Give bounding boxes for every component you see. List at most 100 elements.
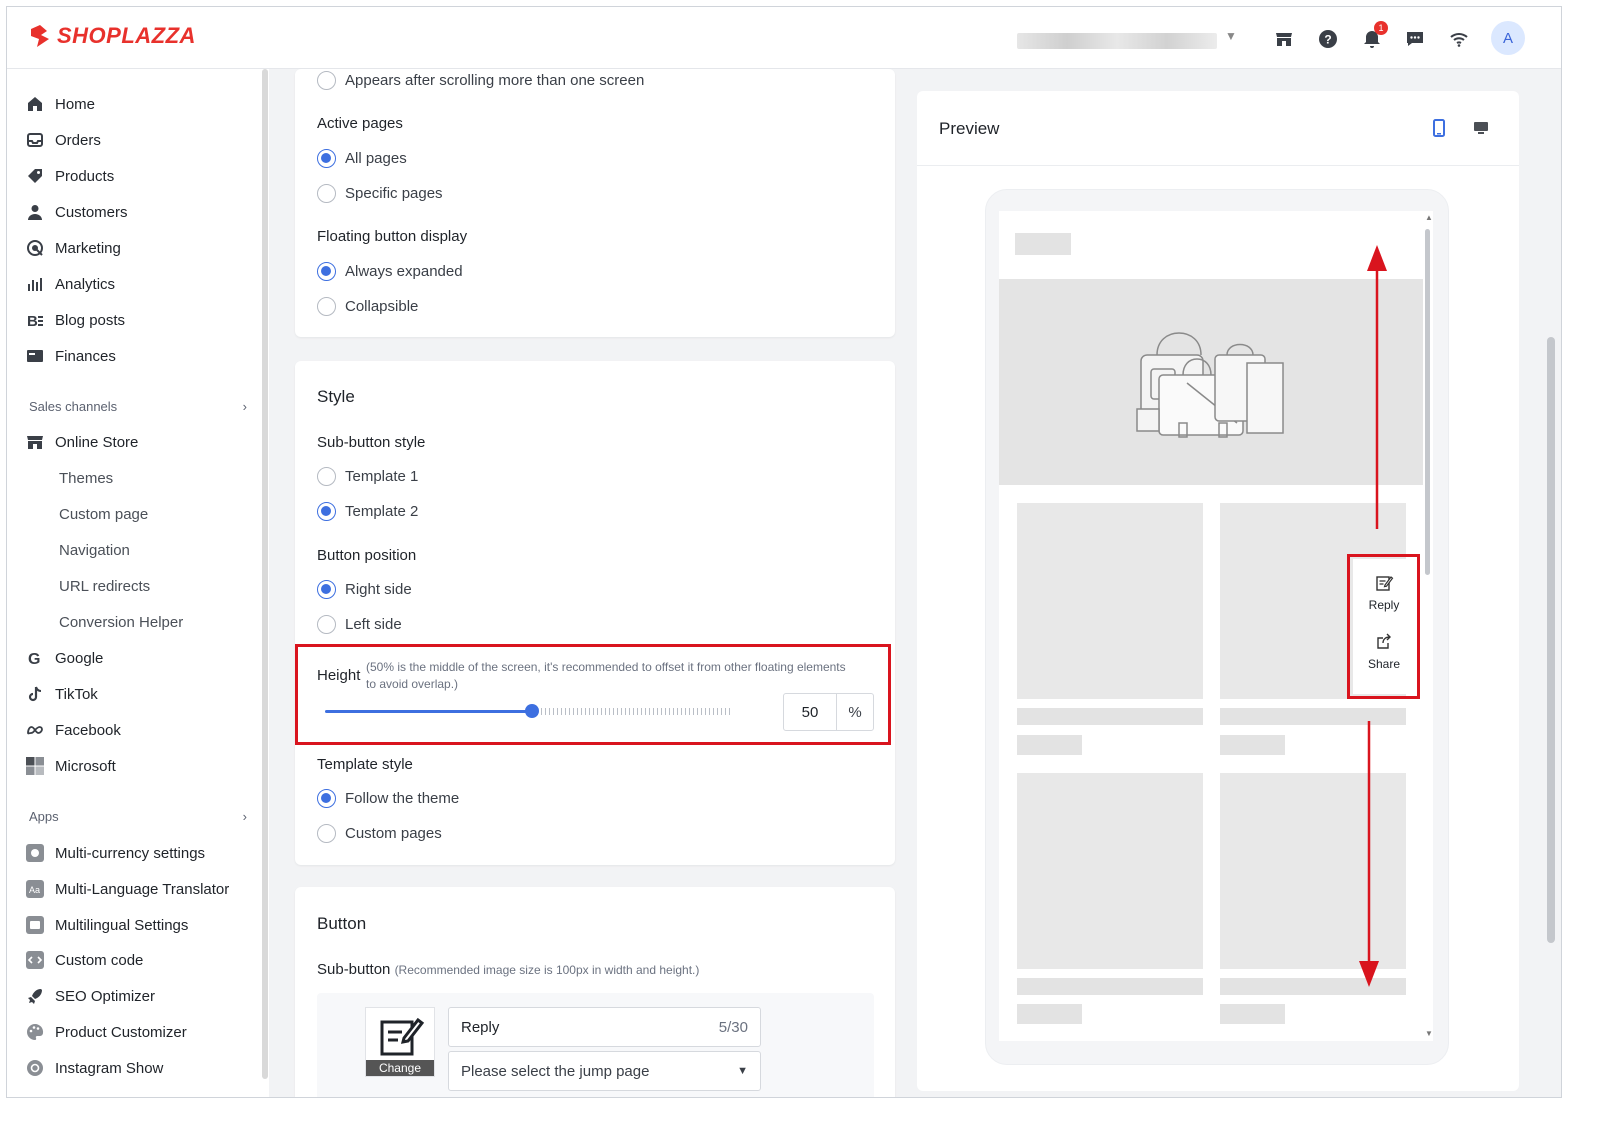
placeholder-product-price: [1017, 1004, 1082, 1024]
bell-icon[interactable]: 1: [1360, 21, 1388, 51]
avatar[interactable]: A: [1491, 21, 1525, 55]
radio-circle[interactable]: [317, 580, 336, 599]
sidebar-item-custom-page[interactable]: Custom page: [59, 506, 148, 523]
svg-text:Aa: Aa: [29, 885, 40, 895]
height-slider-fill[interactable]: [325, 710, 533, 713]
marketing-icon: [25, 238, 45, 258]
sub-button-label-row: Sub-button (Recommended image size is 10…: [317, 961, 699, 978]
sidebar-app-product-customizer[interactable]: Product Customizer: [25, 1019, 187, 1045]
help-icon[interactable]: ?: [1316, 27, 1340, 51]
sidebar-app-seo-optimizer[interactable]: SEO Optimizer: [25, 983, 155, 1009]
sidebar-item-google[interactable]: G Google: [25, 645, 103, 671]
radio-circle[interactable]: [317, 71, 336, 90]
store-icon: [25, 432, 45, 452]
sub-button-label: Sub-button: [317, 961, 391, 978]
radio-circle[interactable]: [317, 615, 336, 634]
sidebar-item-microsoft[interactable]: Microsoft: [25, 753, 116, 779]
change-image-button[interactable]: Change: [366, 1060, 434, 1076]
sidebar-item-themes[interactable]: Themes: [59, 470, 113, 487]
sidebar-app-label: Multi-Language Translator: [55, 880, 230, 898]
sidebar-scrollbar[interactable]: [262, 69, 268, 1079]
phone-scrollbar[interactable]: [1425, 229, 1430, 575]
sidebar-app-multi-currency[interactable]: Multi-currency settings: [25, 840, 205, 866]
sidebar-item-orders[interactable]: Orders: [25, 127, 101, 153]
chevron-down-icon[interactable]: ▼: [1225, 29, 1237, 43]
section-label: Apps: [29, 809, 59, 824]
height-slider-rest[interactable]: [537, 708, 733, 715]
radio-label: Template 1: [345, 468, 419, 485]
radio-circle[interactable]: [317, 184, 336, 203]
instagram-icon: [25, 1058, 45, 1078]
app-icon: Aa: [25, 879, 45, 899]
sidebar-item-conversion-helper[interactable]: Conversion Helper: [59, 614, 183, 631]
radio-custom-pages[interactable]: Custom pages: [317, 824, 442, 843]
radio-follow-theme[interactable]: Follow the theme: [317, 789, 459, 808]
svg-text:G: G: [28, 651, 40, 667]
notification-badge: 1: [1374, 21, 1388, 35]
sidebar-item-products[interactable]: Products: [25, 163, 114, 189]
jump-page-select[interactable]: Please select the jump page ▼: [448, 1051, 761, 1091]
mobile-view-icon[interactable]: [1431, 119, 1447, 142]
radio-circle[interactable]: [317, 824, 336, 843]
sub-button-name-input[interactable]: Reply 5/30: [448, 1007, 761, 1047]
radio-circle[interactable]: [317, 467, 336, 486]
radio-circle[interactable]: [317, 149, 336, 168]
sidebar-item-blog-posts[interactable]: B Blog posts: [25, 307, 125, 333]
radio-always-expanded[interactable]: Always expanded: [317, 262, 463, 281]
store-name-blurred[interactable]: [1017, 33, 1217, 49]
wifi-icon[interactable]: [1447, 27, 1471, 51]
radio-circle[interactable]: [317, 789, 336, 808]
scroll-down-icon[interactable]: ▼: [1425, 1029, 1433, 1038]
chat-icon[interactable]: [1403, 27, 1427, 51]
sidebar-app-label: Multi-currency settings: [55, 844, 206, 862]
apps-section[interactable]: Apps ›: [29, 809, 247, 824]
sidebar-app-instagram-show[interactable]: Instagram Show: [25, 1055, 163, 1081]
sales-channels-section[interactable]: Sales channels ›: [29, 399, 247, 414]
sidebar-item-label: Google: [55, 649, 104, 667]
radio-scroll-option[interactable]: Appears after scrolling more than one sc…: [317, 71, 644, 90]
radio-specific-pages[interactable]: Specific pages: [317, 184, 443, 203]
sub-button-image[interactable]: Change: [365, 1007, 435, 1077]
sidebar-item-marketing[interactable]: Marketing: [25, 235, 121, 261]
sidebar-item-online-store[interactable]: Online Store: [25, 429, 138, 455]
radio-template-2[interactable]: Template 2: [317, 502, 418, 521]
sidebar-app-custom-code[interactable]: Custom code: [25, 947, 143, 973]
sidebar-item-customers[interactable]: Customers: [25, 199, 128, 225]
sidebar-item-url-redirects[interactable]: URL redirects: [59, 578, 150, 595]
radio-label: Always expanded: [345, 263, 463, 280]
sidebar-item-label: Microsoft: [55, 757, 116, 775]
radio-left-side[interactable]: Left side: [317, 615, 402, 634]
chevron-right-icon: ›: [242, 399, 247, 414]
name-count: 5/30: [718, 1018, 748, 1036]
sidebar-item-label: Products: [55, 167, 115, 185]
radio-label: Right side: [345, 581, 412, 598]
radio-template-1[interactable]: Template 1: [317, 467, 418, 486]
radio-circle[interactable]: [317, 262, 336, 281]
radio-circle[interactable]: [317, 502, 336, 521]
scroll-up-icon[interactable]: ▲: [1425, 213, 1433, 222]
radio-circle[interactable]: [317, 297, 336, 316]
sidebar-app-multilingual-settings[interactable]: Multilingual Settings: [25, 912, 188, 938]
shoplazza-logo[interactable]: SHOPLAZZA: [27, 23, 196, 49]
sidebar-item-navigation[interactable]: Navigation: [59, 542, 130, 559]
sub-button-hint: (Recommended image size is 100px in widt…: [394, 963, 700, 977]
height-value[interactable]: 50: [784, 694, 837, 730]
sidebar-item-tiktok[interactable]: TikTok: [25, 681, 98, 707]
radio-all-pages[interactable]: All pages: [317, 149, 407, 168]
desktop-view-icon[interactable]: [1472, 119, 1490, 142]
height-slider-handle[interactable]: [525, 704, 539, 718]
app-window: SHOPLAZZA ▼ ? 1 A Home Orders Products C…: [6, 6, 1562, 1098]
sidebar-app-multi-language-translator[interactable]: Aa Multi-Language Translator: [25, 876, 229, 902]
page-scrollbar[interactable]: [1547, 337, 1555, 943]
radio-right-side[interactable]: Right side: [317, 580, 412, 599]
preview-title: Preview: [939, 119, 1000, 138]
sidebar-item-home[interactable]: Home: [25, 91, 95, 117]
radio-collapsible[interactable]: Collapsible: [317, 297, 418, 316]
radio-label: Appears after scrolling more than one sc…: [345, 72, 645, 89]
sidebar-item-facebook[interactable]: Facebook: [25, 717, 121, 743]
height-input[interactable]: 50 %: [783, 693, 874, 731]
logo-text: SHOPLAZZA: [57, 23, 196, 48]
store-icon[interactable]: [1272, 27, 1296, 51]
sidebar-item-finances[interactable]: Finances: [25, 343, 116, 369]
sidebar-item-analytics[interactable]: Analytics: [25, 271, 115, 297]
